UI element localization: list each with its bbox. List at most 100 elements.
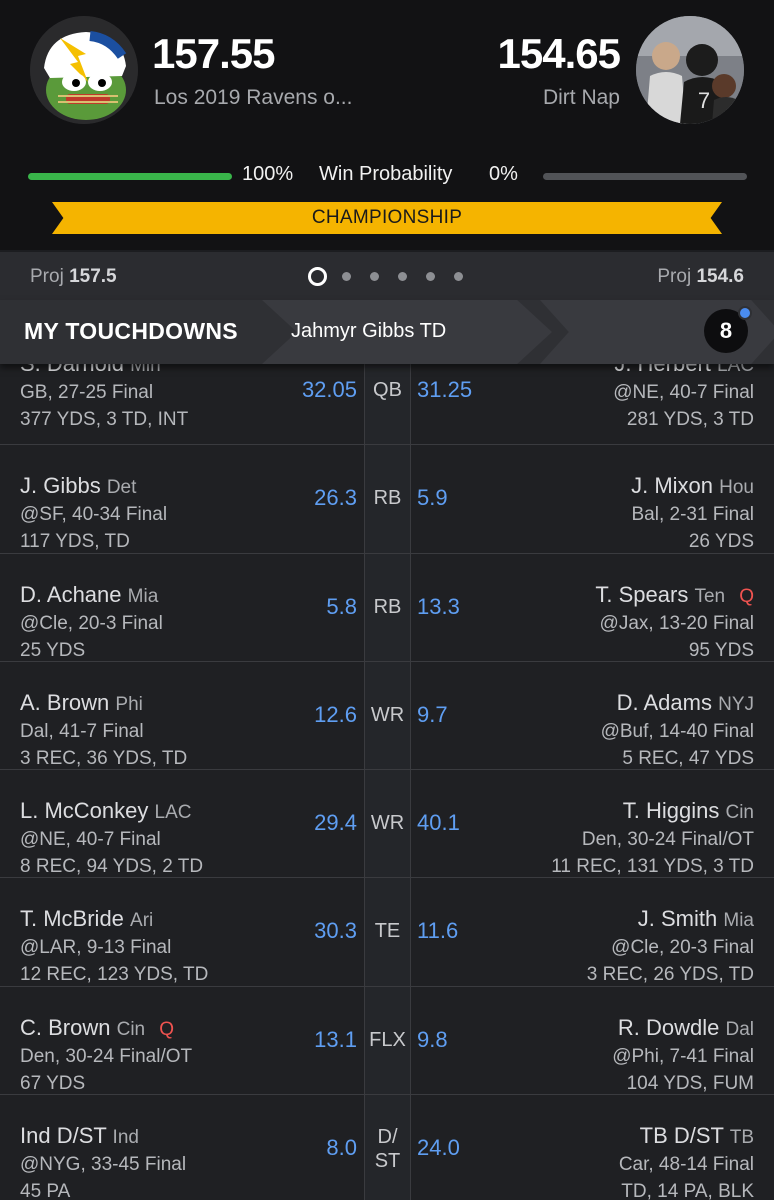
left-player[interactable]: L. McConkey LAC @NE, 40-7 Final 8 REC, 9… — [20, 798, 360, 880]
left-player[interactable]: J. Gibbs Det @SF, 40-34 Final 117 YDS, T… — [20, 473, 360, 555]
win-probability: 100% Win Probability 0% — [0, 160, 774, 192]
left-proj-label: Proj — [30, 266, 64, 287]
stat-line: 45 PA — [20, 1181, 71, 1200]
player-name[interactable]: J. Mixon — [631, 473, 713, 498]
player-name[interactable]: L. McConkey — [20, 798, 148, 823]
player-name[interactable]: J. Gibbs — [20, 473, 101, 498]
right-player[interactable]: J. Mixon Hou Bal, 2-31 Final 26 YDS — [414, 473, 754, 555]
right-win-pct: 0% — [489, 163, 518, 185]
left-proj-value: 157.5 — [69, 266, 117, 287]
player-name[interactable]: J. Smith — [638, 906, 717, 931]
stat-line: 25 YDS — [20, 639, 86, 661]
win-probability-label: Win Probability — [319, 163, 453, 185]
page-dot-2[interactable] — [342, 271, 351, 281]
player-team: Mia — [127, 585, 159, 607]
game-result: @LAR, 9-13 Final — [20, 937, 172, 959]
page-dot-1[interactable] — [308, 266, 327, 286]
left-points[interactable]: 13.1 — [314, 1027, 357, 1053]
stat-line: 67 YDS — [20, 1072, 86, 1094]
win-bar-right — [543, 173, 747, 180]
player-name[interactable]: TB D/ST — [640, 1123, 724, 1148]
player-name[interactable]: C. Brown — [20, 1015, 110, 1040]
banner-label: CHAMPIONSHIP — [311, 207, 463, 228]
left-points[interactable]: 32.05 — [302, 377, 357, 403]
left-player[interactable]: A. Brown Phi Dal, 41-7 Final 3 REC, 36 Y… — [20, 690, 360, 772]
right-player[interactable]: T. Higgins Cin Den, 30-24 Final/OT 11 RE… — [414, 798, 754, 880]
injury-status: Q — [159, 1018, 175, 1040]
left-team-name[interactable]: Los 2019 Ravens o... — [154, 86, 352, 110]
game-result: @NYG, 33-45 Final — [20, 1154, 187, 1176]
left-points[interactable]: 8.0 — [326, 1135, 357, 1161]
right-player[interactable]: TB D/ST TB Car, 48-14 Final TD, 14 PA, B… — [414, 1123, 754, 1200]
player-team: TB — [729, 1127, 754, 1149]
notification-dot — [738, 306, 752, 320]
win-bar-left — [28, 173, 232, 180]
player-team: Det — [106, 477, 137, 499]
frog-helmet-icon — [30, 16, 138, 124]
player-name[interactable]: R. Dowdle — [618, 1015, 719, 1040]
player-team: NYJ — [718, 693, 754, 715]
page-dot-4[interactable] — [398, 271, 407, 281]
right-player[interactable]: T. Spears Ten Q @Jax, 13-20 Final 95 YDS — [414, 582, 754, 664]
championship-banner: CHAMPIONSHIP — [52, 202, 722, 234]
left-points[interactable]: 26.3 — [314, 485, 357, 511]
left-player[interactable]: T. McBride Ari @LAR, 9-13 Final 12 REC, … — [20, 906, 360, 988]
player-name[interactable]: T. McBride — [20, 906, 124, 931]
game-result: @Cle, 20-3 Final — [611, 937, 754, 959]
stat-line: 377 YDS, 3 TD, INT — [20, 409, 189, 430]
table-row: Ind D/ST Ind @NYG, 33-45 Final 45 PA 8.0… — [0, 1095, 774, 1200]
team-avatar-right[interactable]: 7 — [636, 16, 744, 124]
game-result: Bal, 2-31 Final — [631, 504, 754, 526]
table-row: T. McBride Ari @LAR, 9-13 Final 12 REC, … — [0, 878, 774, 988]
touchdowns-ticker[interactable]: MY TOUCHDOWNS Jahmyr Gibbs TD — [0, 300, 774, 364]
stat-line: 95 YDS — [688, 639, 754, 661]
player-team: LAC — [154, 802, 192, 824]
left-player[interactable]: C. Brown Cin Q Den, 30-24 Final/OT 67 YD… — [20, 1015, 360, 1097]
right-player[interactable]: J. Smith Mia @Cle, 20-3 Final 3 REC, 26 … — [414, 906, 754, 988]
page-dot-3[interactable] — [370, 271, 379, 281]
right-player[interactable]: R. Dowdle Dal @Phi, 7-41 Final 104 YDS, … — [414, 1015, 754, 1097]
stat-line: 8 REC, 94 YDS, 2 TD — [20, 856, 204, 878]
right-proj-value: 154.6 — [696, 266, 744, 287]
player-name[interactable]: D. Achane — [20, 582, 122, 607]
left-player[interactable]: D. Achane Mia @Cle, 20-3 Final 25 YDS — [20, 582, 360, 664]
page-dot-6[interactable] — [454, 271, 463, 281]
game-result: @Jax, 13-20 Final — [599, 612, 754, 634]
game-result: @Buf, 14-40 Final — [600, 720, 754, 742]
player-name[interactable]: Ind D/ST — [20, 1123, 106, 1148]
player-name[interactable]: T. Higgins — [623, 798, 720, 823]
left-points[interactable]: 30.3 — [314, 918, 357, 944]
game-result: Dal, 41-7 Final — [20, 720, 144, 742]
player-name[interactable]: T. Spears — [595, 582, 688, 607]
player-team: Phi — [115, 693, 143, 715]
game-result: Car, 48-14 Final — [618, 1154, 754, 1176]
page-indicator[interactable] — [308, 266, 482, 286]
position-label: WR — [370, 703, 405, 726]
player-team: Dal — [725, 1018, 754, 1040]
stat-line: 12 REC, 123 YDS, TD — [20, 964, 209, 986]
team-avatar-left[interactable] — [30, 16, 138, 124]
right-team-score: 154.65 — [497, 30, 621, 77]
stat-line: 5 REC, 47 YDS — [622, 747, 754, 769]
player-name[interactable]: D. Adams — [617, 690, 712, 715]
fans-photo-icon: 7 — [636, 16, 744, 124]
player-name[interactable]: A. Brown — [20, 690, 109, 715]
right-player[interactable]: D. Adams NYJ @Buf, 14-40 Final 5 REC, 47… — [414, 690, 754, 772]
left-points[interactable]: 12.6 — [314, 702, 357, 728]
lineup-table: S. Darnold Min GB, 27-25 Final 377 YDS, … — [0, 337, 774, 1200]
position-label: TE — [374, 920, 401, 943]
left-win-pct: 100% — [242, 163, 294, 185]
right-team-name[interactable]: Dirt Nap — [543, 86, 620, 110]
player-team: Cin — [725, 802, 754, 824]
latest-touchdown: Jahmyr Gibbs TD — [291, 320, 447, 342]
left-player[interactable]: Ind D/ST Ind @NYG, 33-45 Final 45 PA — [20, 1123, 360, 1200]
left-points[interactable]: 5.8 — [326, 594, 357, 620]
injury-status: Q — [739, 585, 754, 607]
player-team: Ind — [112, 1127, 139, 1149]
svg-text:7: 7 — [698, 88, 710, 113]
game-result: @NE, 40-7 Final — [613, 382, 754, 403]
stat-line: 281 YDS, 3 TD — [626, 409, 754, 430]
left-points[interactable]: 29.4 — [314, 810, 357, 836]
page-dot-5[interactable] — [426, 271, 435, 281]
table-row: A. Brown Phi Dal, 41-7 Final 3 REC, 36 Y… — [0, 661, 774, 772]
